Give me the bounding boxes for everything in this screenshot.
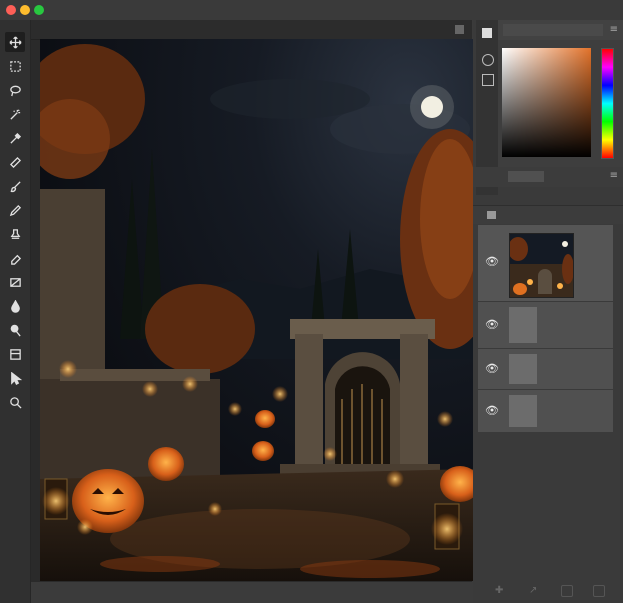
arrow-pointer-icon bbox=[10, 371, 22, 385]
layers-footer: ✚ ↗ bbox=[473, 585, 623, 603]
status-bar bbox=[31, 582, 472, 603]
lasso-tool[interactable] bbox=[5, 80, 25, 100]
new-layer-icon[interactable] bbox=[561, 585, 573, 597]
color-picker-panel: ≡ bbox=[498, 20, 623, 175]
eye-icon[interactable]: 👁 bbox=[485, 256, 499, 267]
stamp-icon bbox=[10, 228, 20, 239]
panel-toggle-icon[interactable] bbox=[455, 25, 464, 34]
eraser-tool[interactable] bbox=[5, 248, 25, 268]
brush-icon bbox=[10, 180, 21, 192]
copy-icon[interactable] bbox=[482, 74, 494, 86]
color-panel-header: ≡ bbox=[498, 20, 623, 40]
circle-icon[interactable] bbox=[482, 54, 494, 66]
image-canvas[interactable] bbox=[40, 39, 473, 581]
move-icon bbox=[8, 35, 22, 49]
color-field[interactable] bbox=[502, 48, 591, 157]
halloween-scene bbox=[40, 39, 473, 581]
marquee-icon bbox=[9, 60, 21, 72]
link-layers-icon[interactable]: ✚ bbox=[495, 585, 505, 596]
magic-wand-icon bbox=[9, 108, 20, 120]
eye-icon[interactable]: 👁 bbox=[485, 405, 499, 416]
zoom-tool[interactable] bbox=[5, 392, 25, 412]
properties-panel-header: ≡ bbox=[473, 167, 623, 187]
pencil-tool[interactable] bbox=[5, 200, 25, 220]
document-tab-bar bbox=[31, 20, 472, 40]
layer-row-3[interactable]: 👁 bbox=[478, 349, 613, 390]
move-tool[interactable] bbox=[5, 32, 25, 52]
healing-brush-icon bbox=[9, 156, 21, 168]
dodge-tool[interactable] bbox=[5, 320, 25, 340]
document-icon[interactable] bbox=[482, 28, 492, 38]
gradient-tool[interactable] bbox=[5, 272, 25, 292]
layer-thumbnail bbox=[509, 233, 574, 298]
eye-icon[interactable]: 👁 bbox=[485, 319, 499, 330]
layers-icon bbox=[487, 211, 496, 219]
layers-panel-header bbox=[473, 205, 623, 224]
properties-title-field bbox=[508, 171, 544, 182]
zoom-window-button[interactable] bbox=[34, 5, 44, 15]
pencil-icon bbox=[9, 204, 21, 216]
magic-wand-tool[interactable] bbox=[5, 104, 25, 124]
adjust-icon[interactable]: ↗ bbox=[529, 585, 539, 596]
color-panel-title-field bbox=[503, 24, 603, 36]
eyedropper-tool[interactable] bbox=[5, 128, 25, 148]
eyedropper-icon bbox=[9, 132, 21, 144]
panel-menu-icon[interactable]: ≡ bbox=[610, 170, 618, 181]
healing-tool[interactable] bbox=[5, 152, 25, 172]
select-tool[interactable] bbox=[5, 368, 25, 388]
hue-slider[interactable] bbox=[601, 48, 614, 159]
blur-tool[interactable] bbox=[5, 296, 25, 316]
layer-row-2[interactable]: 👁 bbox=[478, 302, 613, 349]
layer-thumbnail bbox=[509, 395, 537, 427]
layer-row-image[interactable]: 👁 bbox=[478, 225, 613, 302]
layers-list: 👁 👁 👁 👁 bbox=[473, 225, 623, 453]
zoom-icon bbox=[9, 396, 22, 409]
blur-drop-icon bbox=[10, 299, 20, 313]
panel-menu-icon[interactable]: ≡ bbox=[610, 25, 618, 35]
brush-tool[interactable] bbox=[5, 176, 25, 196]
eraser-icon bbox=[10, 254, 21, 265]
stamp-tool[interactable] bbox=[5, 224, 25, 244]
lasso-icon bbox=[9, 85, 21, 96]
crop-tool[interactable] bbox=[5, 344, 25, 364]
close-window-button[interactable] bbox=[6, 5, 16, 15]
layer-thumbnail bbox=[509, 354, 537, 384]
right-panels: ≡ ≡ 👁 👁 👁 👁 ✚ ↗ bbox=[473, 20, 623, 603]
gradient-icon bbox=[9, 277, 21, 287]
trash-icon[interactable] bbox=[593, 585, 605, 597]
dodge-icon bbox=[10, 324, 21, 336]
layer-thumbnail bbox=[509, 307, 537, 343]
marquee-tool[interactable] bbox=[5, 56, 25, 76]
title-bar bbox=[0, 0, 623, 20]
document-area bbox=[31, 20, 473, 603]
eye-icon[interactable]: 👁 bbox=[485, 363, 499, 374]
minimize-window-button[interactable] bbox=[20, 5, 30, 15]
layer-row-4[interactable]: 👁 bbox=[478, 390, 613, 433]
tools-panel bbox=[0, 20, 31, 603]
crop-icon bbox=[9, 348, 21, 360]
